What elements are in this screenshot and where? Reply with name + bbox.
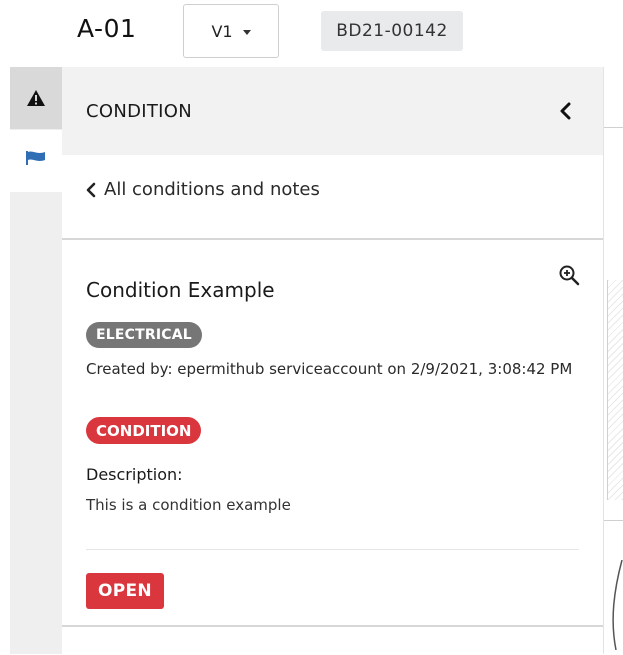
rail-tab-flags[interactable] [10, 130, 62, 192]
divider [86, 549, 579, 550]
back-link-label: All conditions and notes [104, 179, 320, 200]
condition-type-tag: CONDITION [86, 417, 202, 444]
category-tag: ELECTRICAL [86, 322, 202, 348]
back-to-all-conditions-link[interactable]: All conditions and notes [86, 179, 320, 200]
divider [62, 238, 603, 240]
created-by-text: Created by: epermithub serviceaccount on… [86, 360, 573, 378]
flag-icon [26, 151, 45, 165]
panel-title: CONDITION [86, 100, 193, 122]
drawing-hatch-area [607, 280, 623, 500]
collapse-panel-button[interactable] [551, 97, 579, 125]
zoom-to-condition-button[interactable] [555, 261, 583, 289]
rail-tab-conditions[interactable] [10, 67, 62, 129]
version-dropdown[interactable]: V1 [183, 4, 279, 58]
condition-panel: CONDITION All conditions and notes Condi… [62, 67, 604, 654]
condition-title: Condition Example [86, 278, 275, 302]
panel-header: CONDITION [62, 67, 603, 155]
description-text: This is a condition example [86, 496, 291, 514]
permit-number-badge: BD21-00142 [321, 11, 463, 51]
sheet-label: A-01 [77, 14, 137, 43]
warning-icon [27, 90, 45, 106]
zoom-in-icon [559, 265, 580, 286]
status-badge: OPEN [86, 573, 164, 609]
divider [62, 625, 603, 627]
description-label: Description: [86, 465, 183, 484]
chevron-left-icon [560, 102, 571, 120]
drawing-curve [612, 560, 623, 650]
chevron-left-icon [86, 182, 96, 197]
version-value: V1 [211, 21, 233, 41]
drawing-line [604, 520, 623, 521]
caret-down-icon [242, 29, 251, 35]
